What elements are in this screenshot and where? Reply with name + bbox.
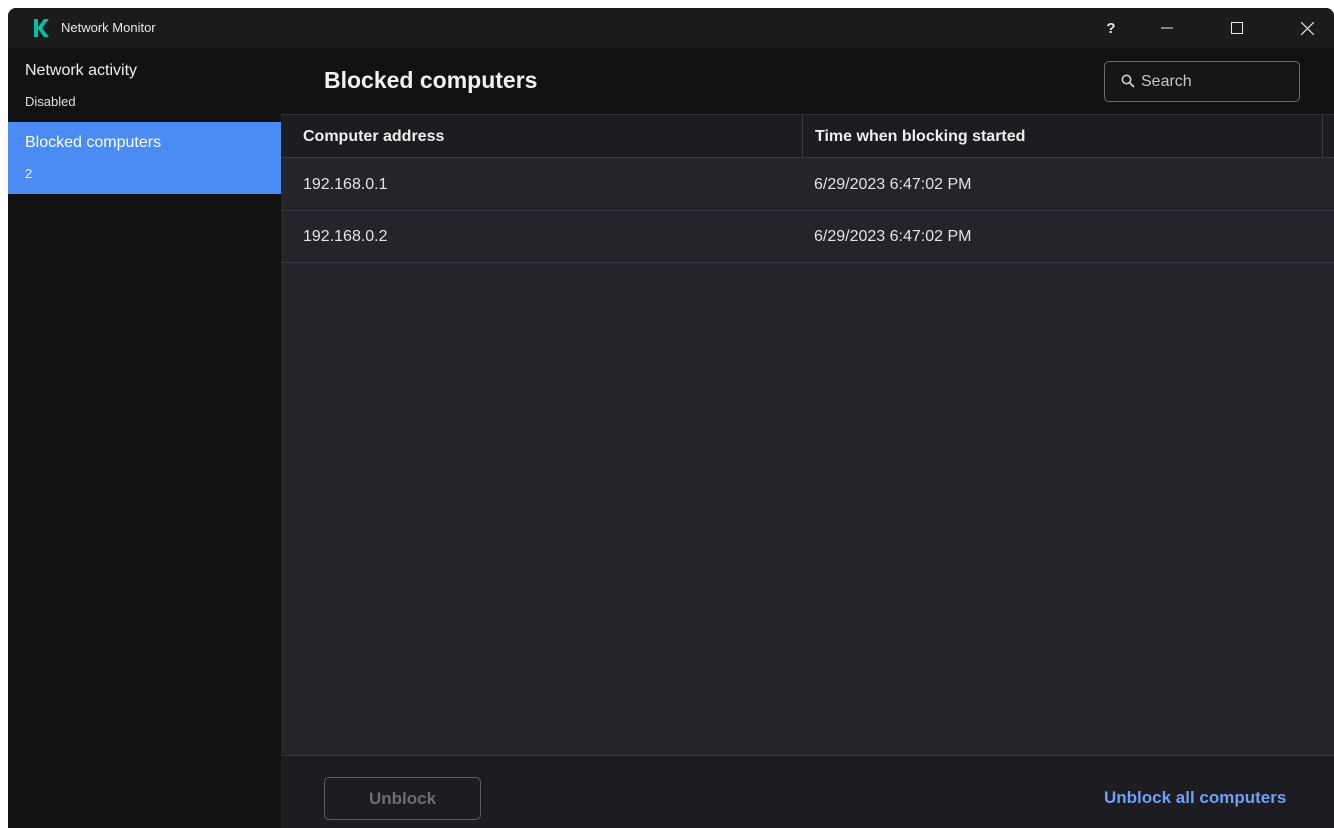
minimize-button[interactable] — [1144, 8, 1190, 48]
column-header-computer-address[interactable]: Computer address — [303, 115, 801, 158]
cell-blocking-time: 6/29/2023 6:47:02 PM — [814, 175, 972, 193]
sidebar-item-status: Disabled — [25, 94, 76, 109]
page-title: Blocked computers — [324, 67, 538, 93]
title-bar: Network Monitor ? — [8, 8, 1334, 48]
help-button[interactable]: ? — [1088, 8, 1134, 48]
app-window: Network Monitor ? Network activity Disab… — [8, 8, 1334, 828]
sidebar-item-network-activity[interactable]: Network activity Disabled — [8, 48, 281, 120]
close-icon — [1300, 21, 1314, 35]
search-box[interactable] — [1104, 61, 1300, 102]
maximize-button[interactable] — [1214, 8, 1260, 48]
cell-computer-address: 192.168.0.1 — [303, 175, 388, 193]
window-title: Network Monitor — [61, 20, 156, 35]
main-panel: Blocked computers Computer address Time … — [281, 48, 1334, 828]
maximize-icon — [1231, 22, 1243, 34]
column-header-time-blocking-started[interactable]: Time when blocking started — [802, 115, 1322, 158]
table-row[interactable]: 192.168.0.2 6/29/2023 6:47:02 PM — [281, 211, 1334, 263]
sidebar: Network activity Disabled Blocked comput… — [8, 48, 281, 828]
close-button[interactable] — [1284, 8, 1330, 48]
search-input[interactable] — [1141, 71, 1291, 93]
page-header: Blocked computers — [281, 48, 1334, 114]
cell-blocking-time: 6/29/2023 6:47:02 PM — [814, 227, 972, 245]
kaspersky-logo-icon — [34, 19, 49, 37]
unblock-button[interactable]: Unblock — [324, 777, 481, 820]
table-header: Computer address Time when blocking star… — [281, 114, 1334, 158]
sidebar-item-label: Blocked computers — [25, 134, 162, 151]
minimize-icon — [1161, 27, 1173, 29]
cell-computer-address: 192.168.0.2 — [303, 227, 388, 245]
sidebar-item-count: 2 — [25, 166, 33, 181]
table-row[interactable]: 192.168.0.1 6/29/2023 6:47:02 PM — [281, 159, 1334, 211]
search-icon — [1121, 74, 1135, 88]
unblock-all-link[interactable]: Unblock all computers — [1104, 788, 1286, 808]
sidebar-item-label: Network activity — [25, 62, 138, 79]
sidebar-item-blocked-computers[interactable]: Blocked computers 2 — [8, 122, 281, 194]
column-divider — [1322, 115, 1323, 158]
footer-bar: Unblock Unblock all computers — [281, 755, 1334, 828]
